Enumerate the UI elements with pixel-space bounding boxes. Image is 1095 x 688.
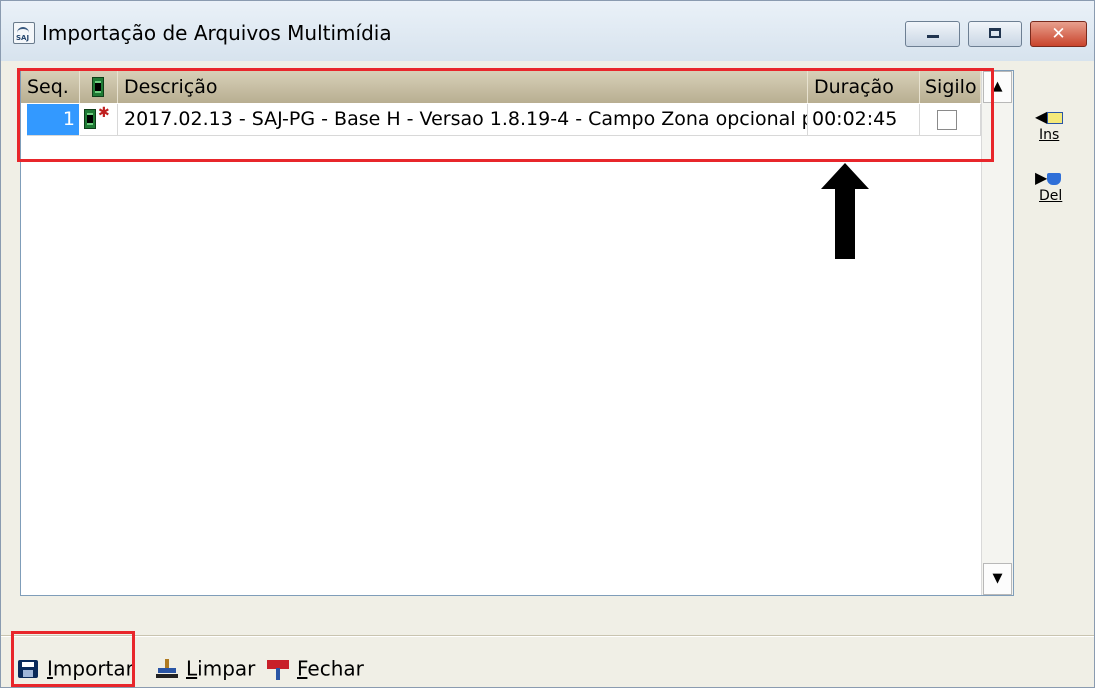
highlight-box-grid [17, 68, 994, 162]
fechar-button[interactable]: Fechar [267, 649, 364, 685]
insert-icon: ◀ [1035, 109, 1064, 125]
delete-icon: ▶ [1035, 170, 1062, 186]
fechar-accesskey: F [297, 656, 308, 681]
window-title: Importação de Arquivos Multimídia [42, 21, 392, 45]
close-button[interactable]: ✕ [1030, 21, 1087, 47]
app-logo-icon: SAJ [13, 22, 35, 44]
scroll-up-icon: ▲ [992, 79, 1003, 94]
toolbar-separator [1, 635, 1094, 637]
delete-label: Del [1039, 188, 1063, 204]
maximize-button[interactable] [968, 21, 1022, 47]
scroll-down-icon: ▼ [992, 571, 1003, 586]
limpar-button[interactable]: Limpar [156, 649, 255, 685]
clear-icon [156, 658, 178, 679]
fechar-label: echar [307, 656, 364, 681]
title-bar: SAJ Importação de Arquivos Multimídia ✕ [1, 1, 1094, 61]
scroll-down-button[interactable]: ▼ [983, 563, 1012, 595]
insert-label: Ins [1039, 127, 1060, 143]
minimize-button[interactable] [905, 21, 960, 47]
highlight-box-importar [11, 631, 135, 687]
up-arrow-annotation [821, 163, 869, 259]
delete-button[interactable]: ▶ Del [1031, 168, 1079, 218]
limpar-accesskey: L [186, 656, 198, 681]
import-window: SAJ Importação de Arquivos Multimídia ✕ … [0, 0, 1095, 688]
close-flag-icon [267, 659, 289, 680]
limpar-label: impar [197, 656, 256, 681]
close-icon: ✕ [1051, 24, 1066, 44]
insert-button[interactable]: ◀ Ins [1031, 107, 1079, 157]
maximize-icon [989, 28, 1001, 38]
minimize-icon [927, 35, 939, 38]
